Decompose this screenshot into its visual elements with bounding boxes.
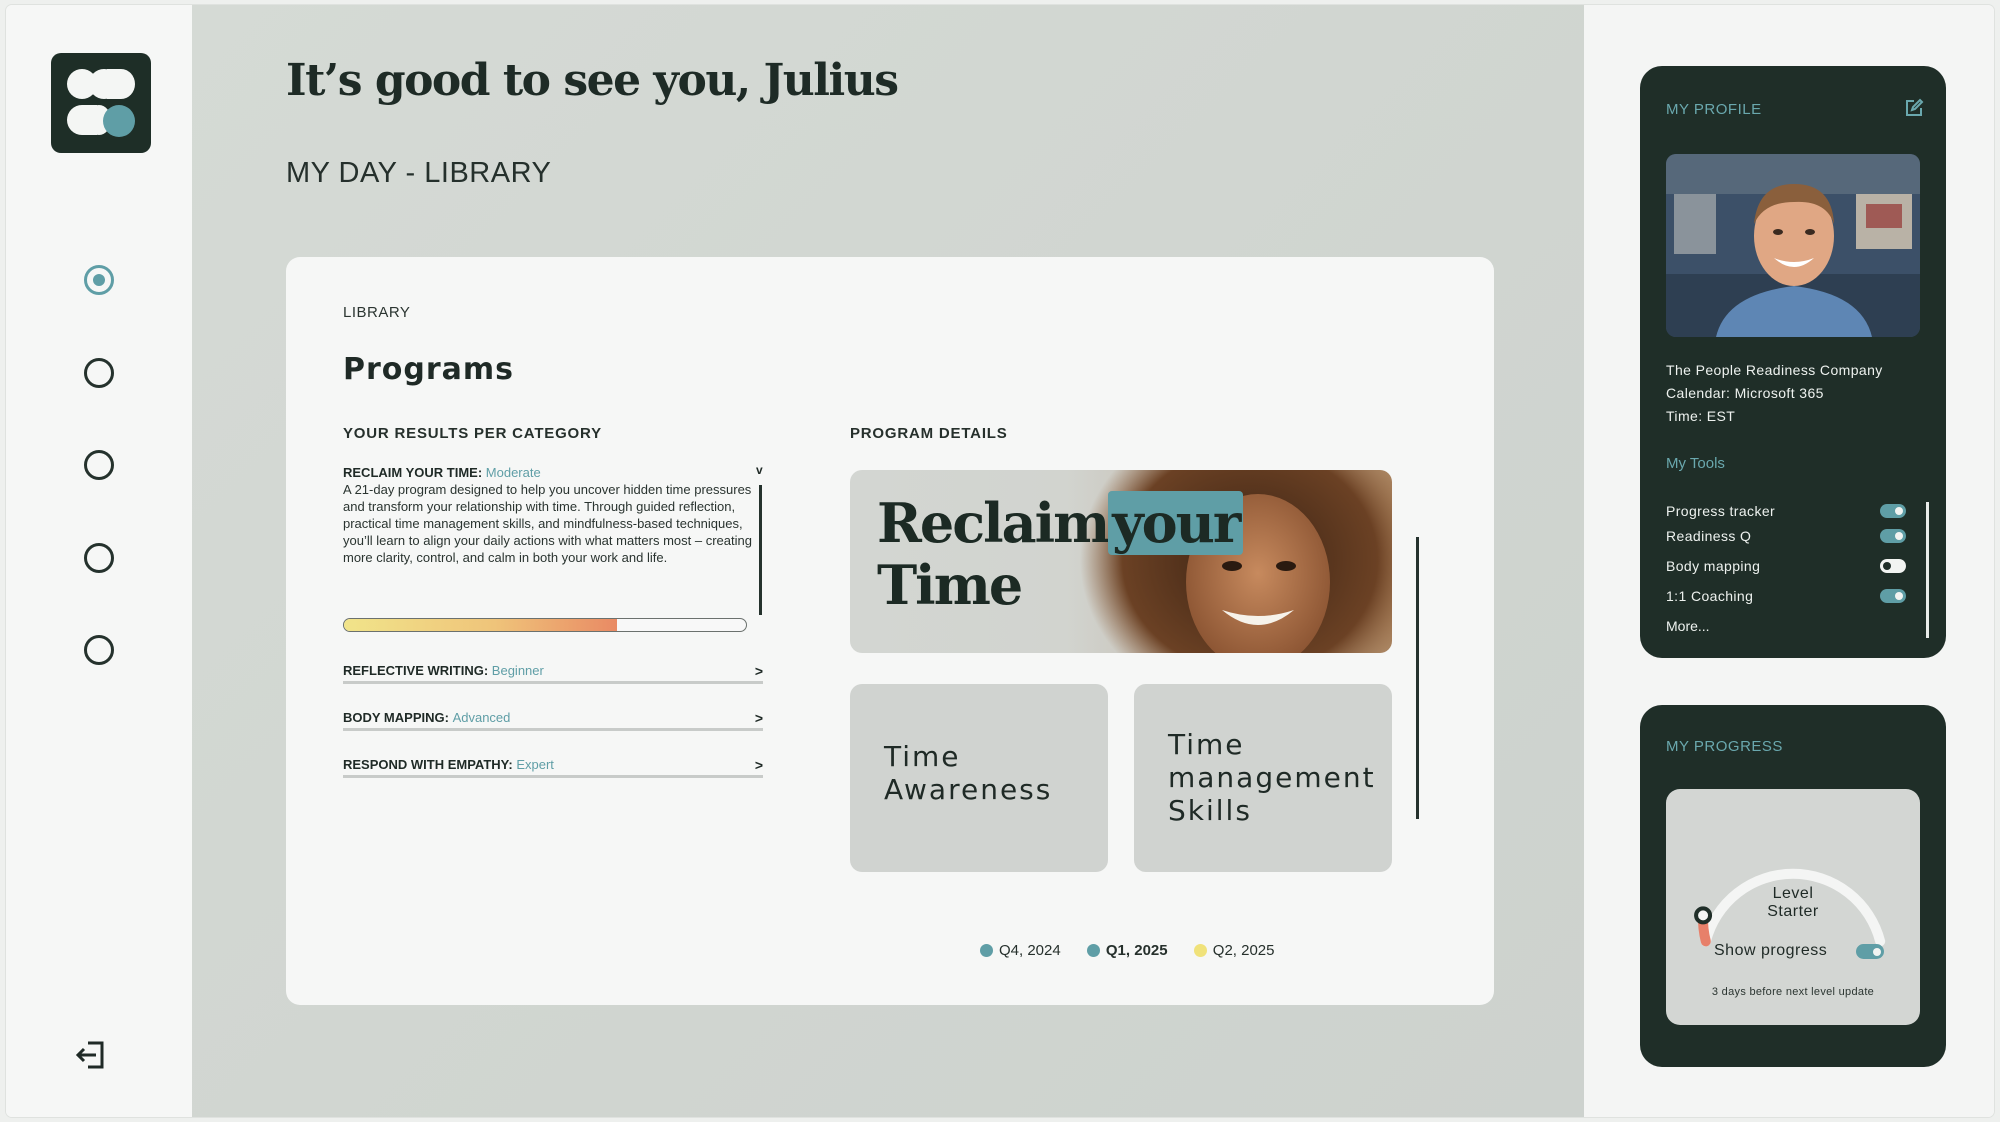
category-body-mapping[interactable]: BODY MAPPING: Advanced >: [343, 710, 763, 731]
category-description: A 21-day program designed to help you un…: [343, 482, 752, 565]
show-progress-label: Show progress: [1714, 942, 1828, 959]
logout-icon[interactable]: [72, 1035, 112, 1075]
greeting-title: It’s good to see you, Julius: [286, 55, 899, 106]
nav-item-4[interactable]: [84, 543, 114, 573]
right-panel: MY PROFILE The People Readiness Company …: [1584, 5, 1994, 1117]
category-reclaim-your-time[interactable]: RECLAIM YOUR TIME: Moderate A 21-day pro…: [343, 465, 753, 566]
tool-body-mapping: Body mapping: [1666, 556, 1906, 576]
details-heading: PROGRAM DETAILS: [850, 425, 1008, 442]
legend-dot: [980, 944, 993, 957]
programs-title: Programs: [343, 352, 515, 387]
results-heading: YOUR RESULTS PER CATEGORY: [343, 425, 602, 442]
tool-coaching: 1:1 Coaching: [1666, 586, 1906, 606]
chevron-right-icon: >: [754, 663, 763, 679]
nav-item-2[interactable]: [84, 358, 114, 388]
legend-dot: [1193, 944, 1207, 957]
page-subtitle: MY DAY - LIBRARY: [286, 157, 552, 189]
program-hero-card[interactable]: Reclaimyour Time: [850, 470, 1392, 653]
progress-card: MY PROGRESS Level Starter Show progress …: [1640, 705, 1946, 1067]
profile-info: The People Readiness Company Calendar: M…: [1666, 359, 1883, 428]
hero-title-highlight: your: [1108, 491, 1244, 555]
category-progress-bar: [343, 618, 747, 632]
level-label: Level: [1772, 885, 1814, 902]
toggle-body-mapping[interactable]: [1880, 559, 1906, 573]
sidebar: [6, 5, 192, 1117]
section-label: LIBRARY: [343, 304, 411, 321]
avatar: [1666, 154, 1920, 337]
chevron-right-icon: >: [754, 710, 763, 726]
legend-label: Q1, 2025: [1105, 942, 1168, 959]
toggle-coaching[interactable]: [1880, 589, 1906, 603]
tools-heading: My Tools: [1666, 455, 1725, 472]
legend-q4-2024[interactable]: Q4, 2024: [980, 942, 1061, 959]
category-name: REFLECTIVE WRITING:: [343, 663, 489, 678]
category-reflective-writing[interactable]: REFLECTIVE WRITING: Beginner >: [343, 663, 763, 684]
library-card: LIBRARY Programs YOUR RESULTS PER CATEGO…: [286, 257, 1494, 1005]
category-name: BODY MAPPING:: [343, 710, 449, 725]
app-window: It’s good to see you, Julius MY DAY - LI…: [6, 5, 1994, 1117]
progress-title: MY PROGRESS: [1666, 738, 1783, 755]
category-name: RECLAIM YOUR TIME:: [343, 465, 483, 480]
nav-item-3[interactable]: [84, 450, 114, 480]
tools-scrollbar[interactable]: [1926, 502, 1929, 638]
hero-title-line1: Reclaim: [877, 491, 1110, 555]
profile-card: MY PROFILE The People Readiness Company …: [1640, 66, 1946, 658]
hero-title: Reclaimyour Time: [877, 491, 1244, 617]
more-tools-link[interactable]: More...: [1666, 618, 1710, 634]
tile-time-management-skills[interactable]: Time management Skills: [1134, 684, 1392, 872]
legend-q1-2025[interactable]: Q1, 2025: [1086, 942, 1168, 959]
tool-progress-tracker: Progress tracker: [1666, 501, 1906, 521]
edit-icon[interactable]: [1904, 98, 1924, 118]
legend-label: Q2, 2025: [1212, 942, 1275, 959]
toggle-progress-tracker[interactable]: [1880, 504, 1906, 518]
category-respond-with-empathy[interactable]: RESPOND WITH EMPATHY: Expert >: [343, 757, 763, 778]
level-update-note: 3 days before next level update: [1711, 986, 1875, 998]
program-details-scrollbar[interactable]: [1416, 537, 1419, 819]
category-level: Advanced: [452, 710, 511, 725]
category-title: RECLAIM YOUR TIME: Moderate: [343, 465, 753, 480]
nav-home[interactable]: [84, 265, 114, 295]
tool-label: Body mapping: [1666, 558, 1761, 574]
legend-q2-2025[interactable]: Q2, 2025: [1193, 942, 1275, 959]
chevron-right-icon: >: [754, 757, 763, 773]
level-value: Starter: [1767, 903, 1819, 920]
category-name: RESPOND WITH EMPATHY:: [343, 757, 513, 772]
calendar-info: Calendar: Microsoft 365: [1666, 385, 1824, 401]
nav-item-5[interactable]: [84, 635, 114, 665]
category-level: Beginner: [491, 663, 544, 678]
legend-label: Q4, 2024: [999, 942, 1061, 959]
show-progress-toggle[interactable]: [1856, 944, 1884, 959]
progress-gauge-card: Level Starter Show progress 3 days befor…: [1666, 789, 1920, 1025]
company-name: The People Readiness Company: [1666, 362, 1883, 378]
level-text: Level Starter: [1666, 885, 1920, 921]
main-content: It’s good to see you, Julius MY DAY - LI…: [192, 5, 1584, 1117]
progress-fill: [344, 619, 618, 631]
brand-logo[interactable]: [51, 53, 151, 153]
category-title: RESPOND WITH EMPATHY: Expert: [343, 757, 554, 772]
tool-label: Readiness Q: [1666, 528, 1752, 544]
legend-dot: [1086, 944, 1100, 957]
toggle-readiness-q[interactable]: [1880, 529, 1906, 543]
category-level: Moderate: [485, 465, 541, 480]
tool-label: Progress tracker: [1666, 503, 1776, 519]
category-title: BODY MAPPING: Advanced: [343, 710, 510, 725]
profile-title: MY PROFILE: [1666, 101, 1762, 118]
category-level: Expert: [516, 757, 554, 772]
quarter-legend: Q4, 2024 Q1, 2025 Q2, 2025: [980, 942, 1297, 959]
tool-label: 1:1 Coaching: [1666, 588, 1754, 604]
description-scrollbar[interactable]: [759, 485, 762, 615]
tool-readiness-q: Readiness Q: [1666, 526, 1906, 546]
category-title: REFLECTIVE WRITING: Beginner: [343, 663, 544, 678]
tile-title: Time management Skills: [1168, 728, 1376, 827]
tile-time-awareness[interactable]: Time Awareness: [850, 684, 1108, 872]
collapse-chevron[interactable]: v: [756, 463, 763, 477]
timezone-info: Time: EST: [1666, 408, 1736, 424]
hero-title-line2: Time: [877, 553, 1023, 617]
tile-title: Time Awareness: [884, 740, 1053, 806]
